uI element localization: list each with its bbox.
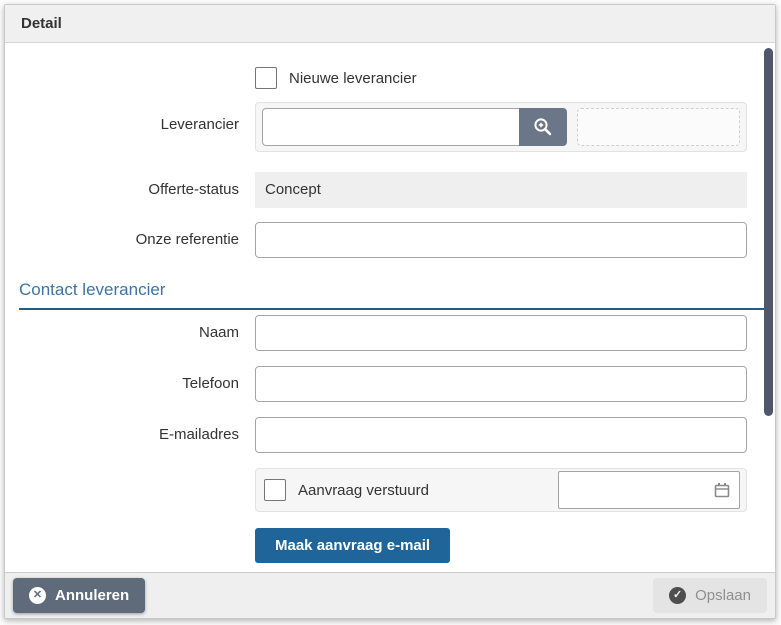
phone-row: Telefoon	[15, 366, 747, 402]
vertical-scrollbar[interactable]	[764, 48, 773, 416]
supplier-panel	[255, 102, 747, 152]
supplier-input-group	[262, 108, 567, 146]
make-request-email-button[interactable]: Maak aanvraag e-mail	[255, 528, 450, 563]
request-sent-panel: Aanvraag verstuurd	[255, 468, 747, 512]
phone-input[interactable]	[255, 366, 747, 402]
supplier-row: Leverancier	[15, 102, 747, 152]
email-row: E-mailadres	[15, 417, 747, 453]
our-reference-label: Onze referentie	[15, 222, 255, 248]
new-supplier-row: Nieuwe leverancier	[255, 67, 747, 89]
supplier-search-button[interactable]	[519, 108, 567, 146]
save-button[interactable]: ✓ Opslaan	[653, 578, 767, 613]
check-circle-icon: ✓	[669, 587, 686, 604]
cancel-button-label: Annuleren	[55, 587, 129, 604]
name-input[interactable]	[255, 315, 747, 351]
new-supplier-label: Nieuwe leverancier	[289, 70, 417, 87]
dialog-title: Detail	[5, 5, 775, 43]
email-label: E-mailadres	[15, 417, 255, 443]
our-reference-input[interactable]	[255, 222, 747, 258]
quote-status-row: Offerte-status Concept	[15, 172, 747, 208]
cancel-button[interactable]: ✕ Annuleren	[13, 578, 145, 613]
supplier-info-placeholder	[577, 108, 740, 146]
phone-label: Telefoon	[15, 366, 255, 392]
save-button-label: Opslaan	[695, 587, 751, 604]
supplier-field-label: Leverancier	[15, 102, 255, 133]
request-sent-label: Aanvraag verstuurd	[298, 482, 429, 499]
request-sent-checkbox[interactable]	[264, 479, 286, 501]
dialog-body: Nieuwe leverancier Leverancier	[5, 43, 775, 572]
email-input[interactable]	[255, 417, 747, 453]
name-label: Naam	[15, 315, 255, 341]
new-supplier-checkbox[interactable]	[255, 67, 277, 89]
request-sent-row: Aanvraag verstuurd	[15, 468, 747, 512]
calendar-icon[interactable]	[713, 481, 731, 499]
quote-status-label: Offerte-status	[15, 172, 255, 198]
zoom-in-icon	[532, 116, 554, 138]
name-row: Naam	[15, 315, 747, 351]
quote-status-value: Concept	[255, 172, 747, 208]
dialog-footer: ✕ Annuleren ✓ Opslaan	[5, 572, 775, 618]
make-request-row: Maak aanvraag e-mail	[255, 527, 747, 563]
detail-dialog: Detail Nieuwe leverancier Leverancier	[4, 4, 776, 619]
supplier-input[interactable]	[262, 108, 519, 146]
contact-section-heading: Contact leverancier	[19, 280, 765, 310]
our-reference-row: Onze referentie	[15, 222, 747, 258]
x-circle-icon: ✕	[29, 587, 46, 604]
request-date-input[interactable]	[558, 471, 740, 509]
